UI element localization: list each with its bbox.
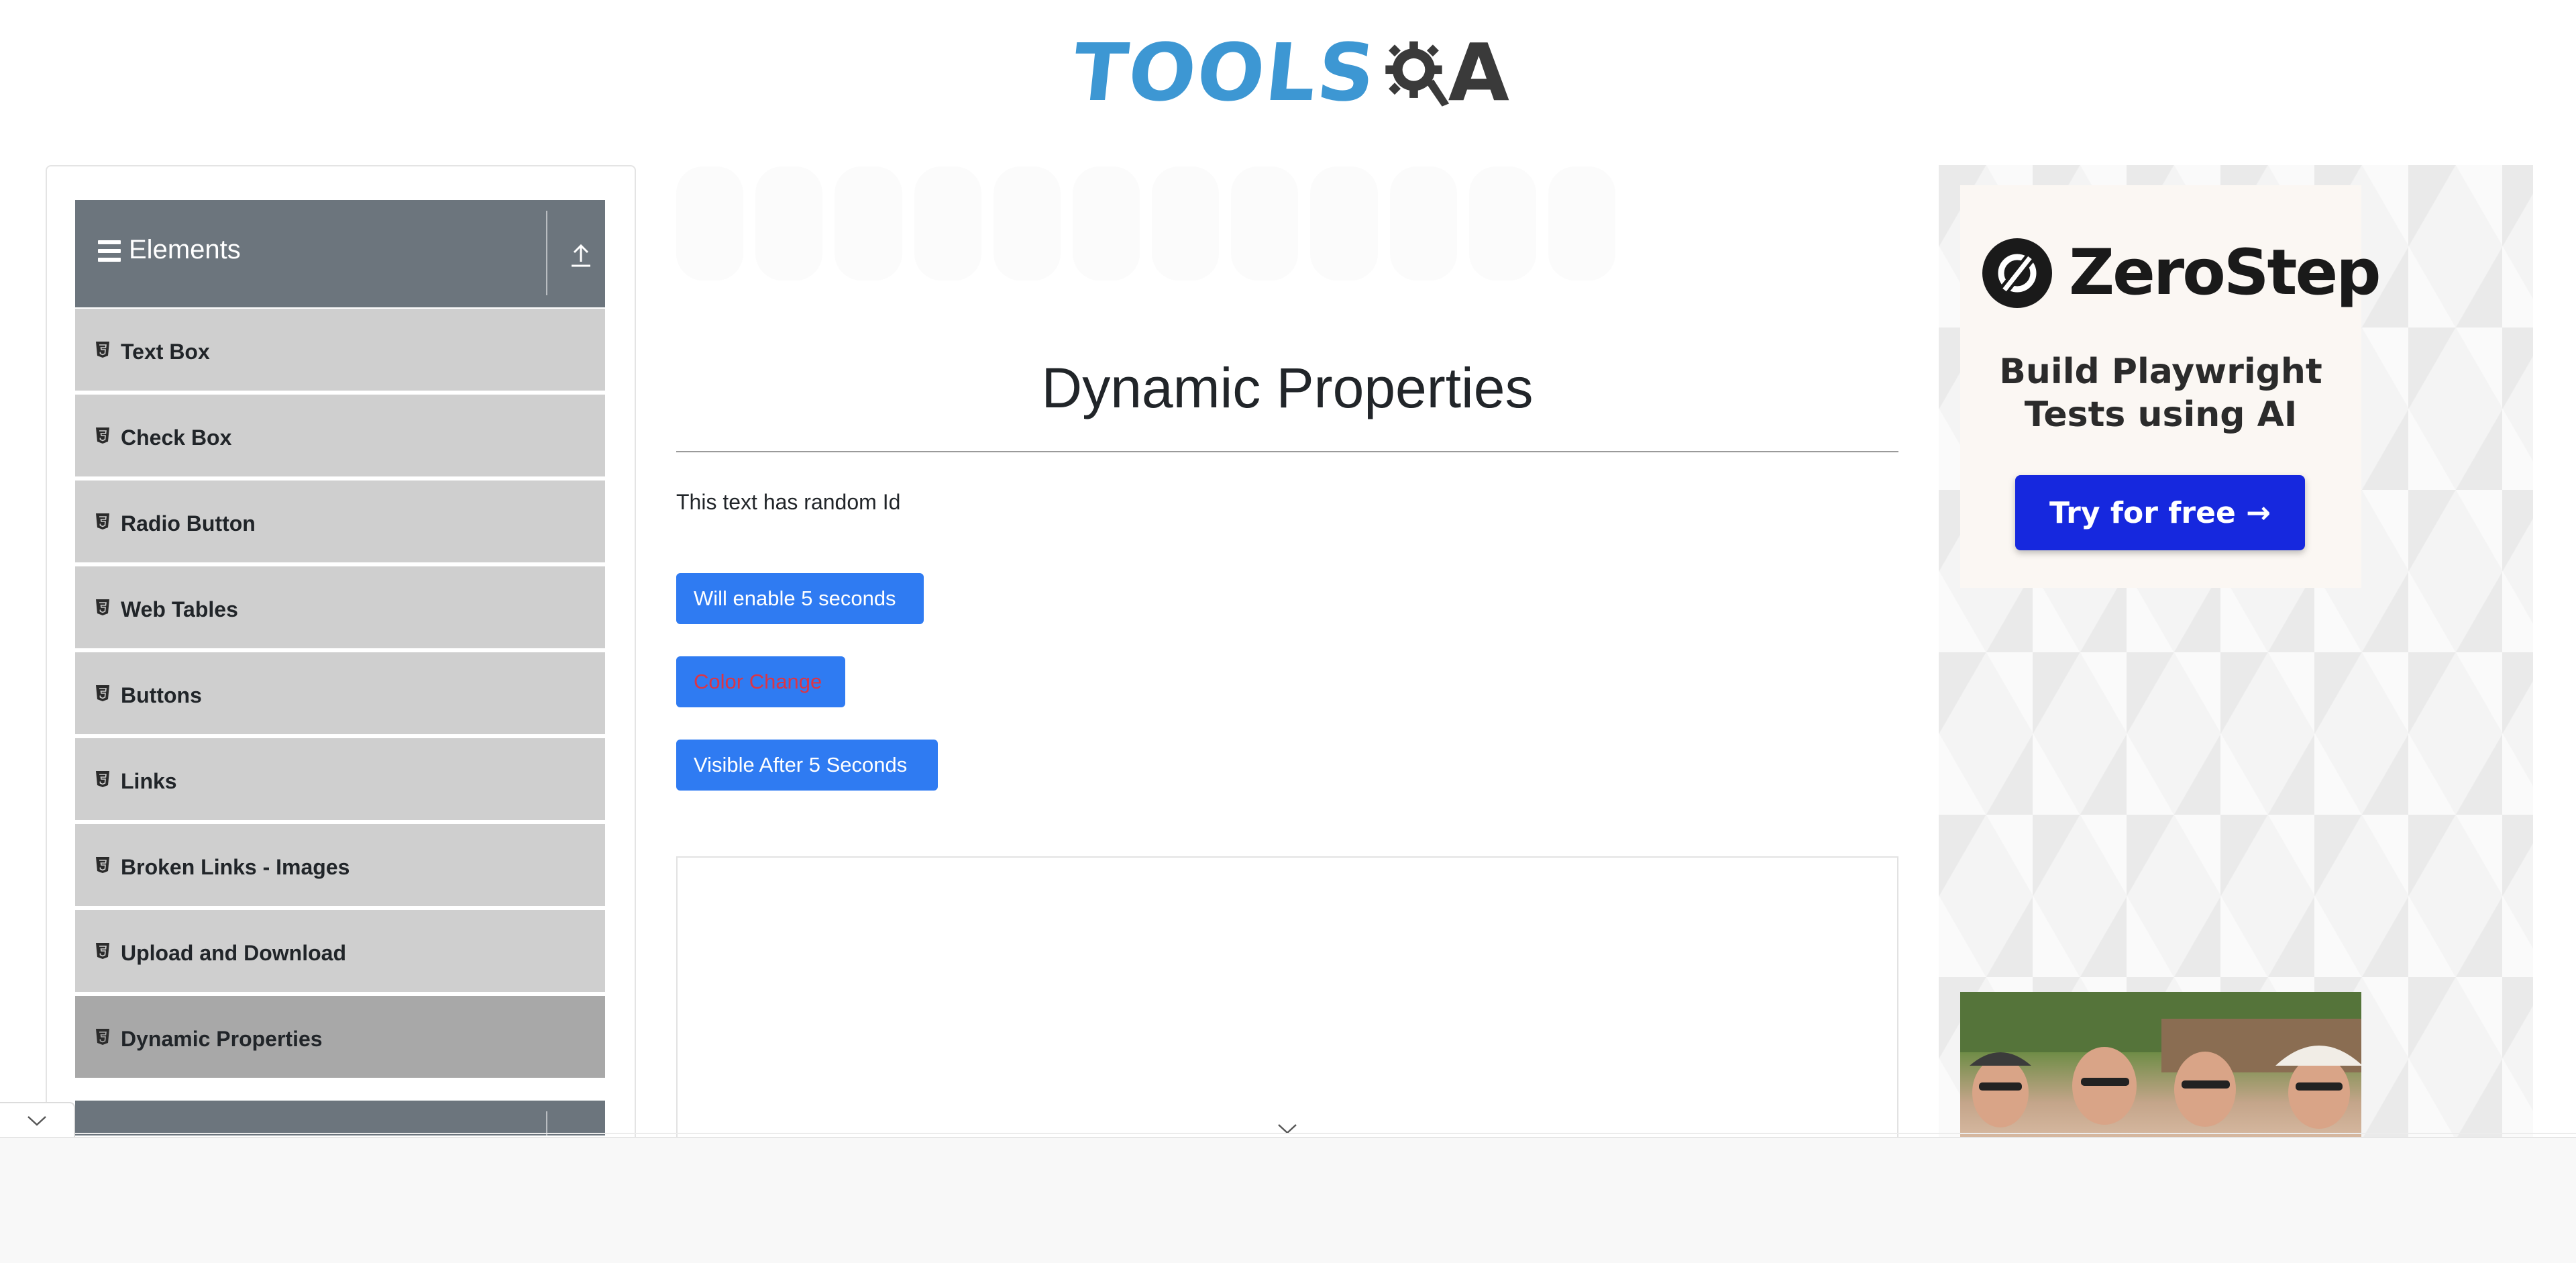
menu-item-label: Dynamic Properties	[121, 1027, 323, 1051]
zerostep-brand: ZeroStep	[2069, 236, 2381, 309]
site-header: TOOLS A	[0, 0, 2576, 134]
menu-item-text-box[interactable]: Text Box	[75, 307, 605, 392]
html5-icon	[96, 771, 109, 787]
menu-item-web-tables[interactable]: Web Tables	[75, 565, 605, 650]
page-title: Dynamic Properties	[1041, 356, 1534, 419]
menu-item-upload-download[interactable]: Upload and Download	[75, 909, 605, 993]
random-id-text: This text has random Id	[676, 490, 901, 514]
chevron-down-icon	[28, 1116, 46, 1126]
tagline-line-1: Build Playwright	[1999, 352, 2322, 392]
html5-icon	[96, 599, 109, 615]
menu-item-label: Buttons	[121, 683, 202, 707]
menu-item-label: Text Box	[121, 340, 210, 364]
photo-ad-image[interactable]	[1960, 992, 2361, 1140]
elements-group-header[interactable]: Elements	[75, 200, 605, 307]
html5-icon	[96, 342, 109, 358]
html5-icon	[96, 943, 109, 959]
menu-item-dynamic-properties[interactable]: Dynamic Properties	[75, 995, 605, 1079]
collapse-ad-tab[interactable]	[0, 1102, 75, 1137]
menu-item-label: Radio Button	[121, 511, 256, 536]
bottom-divider	[0, 1133, 2576, 1134]
menu-item-radio-button[interactable]: Radio Button	[75, 479, 605, 564]
menu-item-check-box[interactable]: Check Box	[75, 393, 605, 478]
visible-after-button[interactable]: Visible After 5 Seconds	[676, 740, 938, 791]
html5-icon	[96, 427, 109, 444]
gear-magnifier-icon	[1385, 41, 1450, 107]
zerostep-tagline: Build Playwright Tests using AI	[1960, 350, 2361, 436]
collapse-arrow-icon[interactable]	[569, 242, 593, 268]
menu-item-label: Check Box	[121, 425, 232, 450]
logo-text-tools: TOOLS	[1068, 26, 1381, 119]
bottom-ad-bar	[0, 1137, 2576, 1263]
html5-icon	[96, 857, 109, 873]
menu-item-label: Broken Links - Images	[121, 855, 350, 879]
html5-icon	[96, 513, 109, 529]
next-group-header[interactable]	[75, 1101, 605, 1135]
chevron-down-icon[interactable]	[1276, 1121, 1299, 1137]
elements-menu-list: Text Box Check Box Radio Button Web Tabl…	[75, 307, 605, 1080]
menu-icon	[98, 240, 121, 263]
ad-placeholder-box	[676, 856, 1898, 1138]
menu-item-links[interactable]: Links	[75, 737, 605, 821]
menu-item-label: Web Tables	[121, 597, 238, 621]
enable-after-button[interactable]: Will enable 5 seconds	[676, 573, 924, 624]
faded-banner	[676, 166, 1615, 281]
logo-text-a: A	[1448, 26, 1509, 119]
zerostep-logo-icon	[1982, 238, 2052, 308]
try-for-free-button[interactable]: Try for free →	[2015, 475, 2305, 550]
color-change-button[interactable]: Color Change	[676, 656, 845, 707]
header-divider	[546, 211, 547, 295]
html5-icon	[96, 685, 109, 701]
title-divider	[676, 451, 1898, 452]
toolsqa-logo[interactable]: TOOLS A	[1069, 19, 1509, 126]
html5-icon	[96, 1029, 109, 1045]
group-title: Elements	[129, 235, 241, 264]
menu-item-buttons[interactable]: Buttons	[75, 651, 605, 736]
header-divider	[546, 1111, 547, 1135]
menu-item-broken-links[interactable]: Broken Links - Images	[75, 823, 605, 907]
people-photo	[1960, 992, 2361, 1129]
menu-item-label: Links	[121, 769, 177, 793]
menu-item-label: Upload and Download	[121, 941, 346, 965]
tagline-line-2: Tests using AI	[2024, 395, 2298, 435]
